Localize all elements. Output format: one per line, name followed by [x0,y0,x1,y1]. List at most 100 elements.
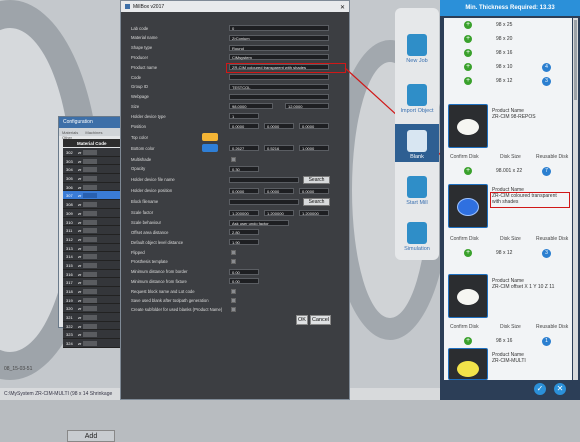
material-row[interactable]: 314 zr [63,252,125,261]
material-row[interactable]: 312 zr [63,234,125,244]
create-subfolder-checkbox[interactable] [231,306,236,312]
cancel-x-icon[interactable]: ✕ [554,383,566,395]
holder-pos-z-field[interactable]: 0.0000 [299,187,329,194]
cancel-button[interactable]: Cancel [310,315,331,325]
material-row[interactable]: 320 zr [63,304,125,314]
text-field[interactable]: ZrConium [229,34,329,41]
min-border-field[interactable]: 0.00 [229,268,259,275]
prosthesis-checkbox[interactable] [231,259,236,265]
size-row[interactable]: + 98.001 x 22 7 [444,166,572,177]
plus-icon[interactable]: + [464,35,472,43]
plus-icon[interactable]: + [464,63,472,71]
material-row[interactable]: 316 zr [63,269,125,279]
material-row[interactable]: 309 zr [63,208,125,218]
size-row[interactable]: +98 x 12 3 [444,76,572,87]
material-row[interactable]: 302 zr [63,148,125,157]
row-code: zr [78,341,82,347]
ok-button[interactable]: OK [296,315,308,325]
tool-new-job[interactable]: New Job [395,34,439,64]
row-cell [83,280,98,286]
bottom-color-b-field[interactable]: 1.0000 [299,145,329,151]
size-row[interactable]: +98 x 10 4 [444,62,572,73]
tool-import-object[interactable]: Import Object [395,84,439,114]
plus-icon[interactable]: + [464,249,472,257]
block-file-field[interactable] [229,198,299,205]
scale-y-field[interactable]: 1.200000 [264,209,294,216]
plus-icon[interactable]: + [464,77,472,85]
row-cell [83,150,98,155]
holder-pos-y-field[interactable]: 0.0000 [264,187,294,194]
material-row[interactable]: 322 zr [63,321,125,331]
holder-file-field[interactable] [229,176,299,183]
tool-simulation[interactable]: Simulation [395,222,439,252]
position-y-field[interactable]: 0.0000 [264,123,294,129]
plus-icon[interactable]: + [464,337,472,345]
size-height-field[interactable]: 12.0000 [285,103,329,110]
material-code-header[interactable]: Material Code [63,139,125,147]
size-diameter-field[interactable]: 98.0000 [229,103,273,110]
search-button[interactable]: Search [303,197,330,206]
confirm-check-icon[interactable]: ✓ [534,383,546,395]
tab-machines[interactable]: Machines [85,130,102,135]
material-row[interactable]: 323 zr [63,330,125,340]
row-number: 318 [66,289,73,294]
material-row[interactable]: 317 zr [63,278,125,287]
save-blank-checkbox[interactable] [231,297,236,303]
material-row[interactable]: 321 zr [63,313,125,322]
tool-start-mill[interactable]: Start Mill [395,176,439,206]
request-checkbox[interactable] [231,288,236,294]
scale-x-field[interactable]: 1.200000 [229,209,259,216]
opacity-field[interactable]: 0.30 [229,165,259,172]
search-button[interactable]: Search [303,175,330,184]
material-row[interactable]: 318 zr [63,287,125,296]
size-row[interactable]: +98 x 20 [444,34,572,45]
add-button[interactable]: Add [67,430,115,442]
material-row[interactable]: 306 zr [63,182,125,192]
plus-icon[interactable]: + [464,21,472,29]
blank-list[interactable]: +98 x 25 +98 x 20 +98 x 16 +98 x 10 4 +98 x 1… [444,18,572,380]
multishade-checkbox[interactable] [231,156,236,162]
field-label: Lab code [131,25,149,31]
close-icon[interactable]: ✕ [340,4,345,11]
text-field[interactable]: CiMsystem [229,54,329,61]
text-field[interactable] [229,93,329,100]
material-row[interactable]: 311 zr [63,226,125,235]
material-row[interactable]: 304 zr [63,165,125,175]
top-color-swatch[interactable] [202,133,218,141]
position-x-field[interactable]: 0.0000 [229,123,259,129]
material-row[interactable]: 303 zr [63,156,125,166]
flipped-checkbox[interactable] [231,249,236,255]
text-field[interactable]: 0 [229,25,329,31]
text-field[interactable]: Round [229,44,329,51]
bottom-color-swatch[interactable] [202,144,218,152]
size-row[interactable]: +98 x 25 [444,20,572,31]
material-row[interactable]: 307 zr [63,191,125,201]
material-row[interactable]: 313 zr [63,243,125,253]
material-row[interactable]: 324 zr [63,339,125,348]
size-row[interactable]: + 98 x 12 3 [444,248,572,259]
size-row[interactable]: +98 x 16 [444,48,572,59]
plus-icon[interactable]: + [464,167,472,175]
tool-blank[interactable]: Blank [395,124,439,162]
holder-pos-x-field[interactable]: 0.0000 [229,187,259,194]
bottom-color-r-field[interactable]: 0.2627 [229,145,259,151]
offset-field[interactable]: 2.80 [229,229,259,236]
material-row[interactable]: 319 zr [63,295,125,305]
bottom-color-g-field[interactable]: 0.5216 [264,145,294,151]
material-row[interactable]: 315 zr [63,260,125,270]
field-label: Material name [131,35,158,41]
material-row[interactable]: 305 zr [63,174,125,183]
position-z-field[interactable]: 0.0000 [299,123,329,129]
holder-type-field[interactable]: 1 [229,113,259,120]
default-distance-field[interactable]: 1.90 [229,239,259,246]
scrollbar-thumb[interactable] [574,20,577,100]
min-fixture-field[interactable]: 0.00 [229,278,259,285]
material-row[interactable]: 308 zr [63,200,125,209]
plus-icon[interactable]: + [464,49,472,57]
text-field[interactable] [229,74,329,80]
text-field[interactable]: TESTCOL [229,83,329,90]
scale-behaviour-select[interactable]: Ask user undo factor [229,219,289,226]
scale-z-field[interactable]: 1.200000 [299,209,329,216]
size-row[interactable]: + 98 x 16 1 [444,336,572,347]
material-row[interactable]: 310 zr [63,217,125,227]
